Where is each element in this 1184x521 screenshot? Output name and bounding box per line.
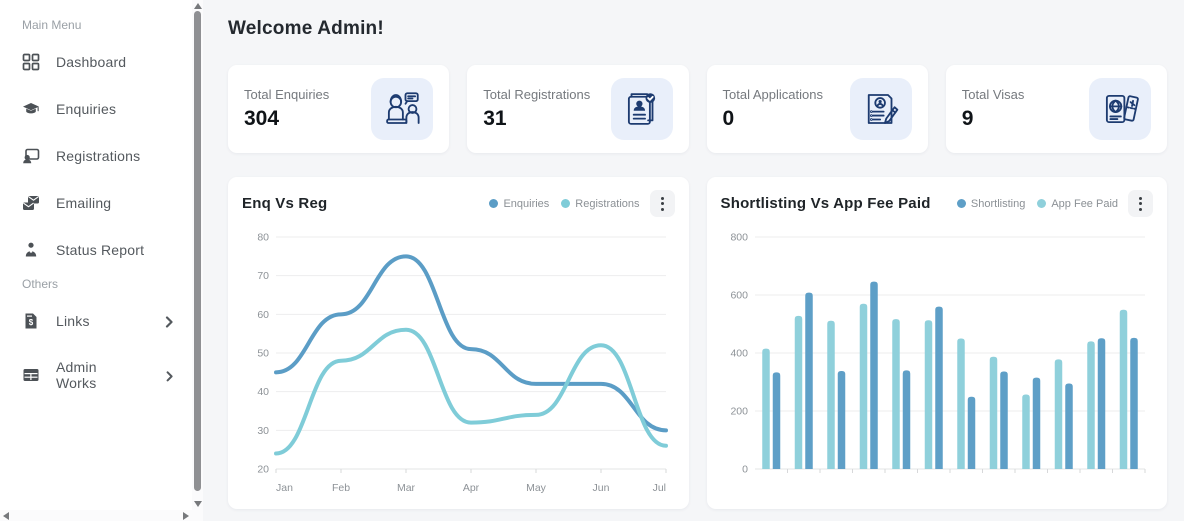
main-content: Welcome Admin! Total Enquiries 304 xyxy=(203,0,1184,521)
sidebar-item-label: Dashboard xyxy=(56,54,126,70)
consultation-icon xyxy=(371,78,433,140)
scroll-down-icon[interactable] xyxy=(194,501,202,507)
sidebar-item-label: Enquiries xyxy=(56,101,116,117)
svg-text:Feb: Feb xyxy=(332,482,350,494)
registration-doc-icon xyxy=(611,78,673,140)
stat-value: 31 xyxy=(483,107,590,131)
svg-text:50: 50 xyxy=(257,348,269,360)
line-chart-enq-vs-reg: 20 30 40 50 60 70 80 Jan Feb Mar Apr May Jun Jul xyxy=(242,221,672,505)
sidebar-item-emailing[interactable]: Emailing xyxy=(22,183,191,223)
chart-card-enq-vs-reg: Enq Vs Reg Enquiries Registrations xyxy=(228,177,689,509)
svg-text:Jul: Jul xyxy=(653,482,666,494)
scroll-up-icon[interactable] xyxy=(194,3,202,9)
sidebar-section-others: Others xyxy=(22,277,191,291)
graduation-cap-icon xyxy=(22,100,40,118)
svg-text:May: May xyxy=(526,482,547,494)
sidebar-item-label: Links xyxy=(56,313,90,329)
stat-card-total-applications: Total Applications 0 xyxy=(707,65,928,153)
scroll-right-icon[interactable] xyxy=(183,512,189,520)
sidebar-horizontal-scrollbar[interactable] xyxy=(0,510,203,521)
chart-menu-button[interactable] xyxy=(1128,190,1153,217)
sidebar-item-dashboard[interactable]: Dashboard xyxy=(22,42,191,82)
svg-text:80: 80 xyxy=(257,232,269,244)
svg-text:0: 0 xyxy=(742,464,748,476)
sidebar-item-label: Emailing xyxy=(56,195,111,211)
stat-label: Total Registrations xyxy=(483,87,590,102)
svg-text:$: $ xyxy=(29,318,34,327)
passport-ticket-icon xyxy=(1089,78,1151,140)
stat-card-total-registrations: Total Registrations 31 xyxy=(467,65,688,153)
chevron-right-icon xyxy=(163,315,175,327)
email-icon xyxy=(22,194,40,212)
legend-dot xyxy=(957,199,966,208)
svg-text:Mar: Mar xyxy=(397,482,416,494)
stat-label: Total Visas xyxy=(962,87,1025,102)
sidebar-item-enquiries[interactable]: Enquiries xyxy=(22,89,191,129)
stat-value: 9 xyxy=(962,107,1025,131)
legend-dot xyxy=(1037,199,1046,208)
svg-text:20: 20 xyxy=(257,464,269,476)
kebab-menu-icon xyxy=(661,197,664,200)
svg-text:200: 200 xyxy=(730,406,748,418)
chart-menu-button[interactable] xyxy=(650,190,675,217)
chevron-right-icon xyxy=(164,369,175,381)
page-title: Welcome Admin! xyxy=(228,18,1167,40)
chart-card-shortlisting-vs-app-fee: Shortlisting Vs App Fee Paid Shortlistin… xyxy=(707,177,1168,509)
svg-text:Jan: Jan xyxy=(276,482,293,494)
sidebar-item-status-report[interactable]: Status Report xyxy=(22,230,191,270)
table-icon xyxy=(22,366,40,384)
sidebar: Main Menu Dashboard Enquiries xyxy=(0,0,203,521)
app-window: Main Menu Dashboard Enquiries xyxy=(0,0,1184,521)
sidebar-item-label: Registrations xyxy=(56,148,140,164)
sidebar-vertical-scrollbar[interactable] xyxy=(192,0,203,510)
svg-text:Jun: Jun xyxy=(593,482,610,494)
stat-value: 0 xyxy=(723,107,823,131)
sidebar-item-admin-works[interactable]: Admin Works xyxy=(22,348,191,402)
legend-dot xyxy=(489,199,498,208)
sidebar-item-registrations[interactable]: Registrations xyxy=(22,136,191,176)
svg-text:800: 800 xyxy=(730,232,748,244)
dashboard-icon xyxy=(22,53,40,71)
stat-label: Total Enquiries xyxy=(244,87,329,102)
charts-row: Enq Vs Reg Enquiries Registrations xyxy=(228,177,1167,509)
chart-title: Shortlisting Vs App Fee Paid xyxy=(721,195,957,212)
stats-row: Total Enquiries 304 xyxy=(228,65,1167,153)
sidebar-item-label: Status Report xyxy=(56,242,144,258)
stat-card-total-visas: Total Visas 9 xyxy=(946,65,1167,153)
scroll-left-icon[interactable] xyxy=(3,512,9,520)
svg-text:70: 70 xyxy=(257,270,269,282)
legend-item-enquiries[interactable]: Enquiries xyxy=(489,198,549,210)
vertical-scrollbar-thumb[interactable] xyxy=(194,11,201,491)
bar-chart-shortlisting-vs-app-fee: 0 200 400 600 800 xyxy=(721,221,1151,505)
sidebar-section-main-menu: Main Menu xyxy=(22,18,191,32)
svg-text:30: 30 xyxy=(257,425,269,437)
person-monitor-icon xyxy=(22,147,40,165)
chart-legend: Shortlisting App Fee Paid xyxy=(957,198,1118,210)
svg-text:40: 40 xyxy=(257,386,269,398)
svg-text:Apr: Apr xyxy=(463,482,480,494)
sidebar-item-links[interactable]: $ Links xyxy=(22,301,191,341)
chart-title: Enq Vs Reg xyxy=(242,195,489,212)
person-report-icon xyxy=(22,241,40,259)
stat-label: Total Applications xyxy=(723,87,823,102)
chart-legend: Enquiries Registrations xyxy=(489,198,639,210)
legend-item-shortlisting[interactable]: Shortlisting xyxy=(957,198,1025,210)
stat-value: 304 xyxy=(244,107,329,131)
application-edit-icon xyxy=(850,78,912,140)
sidebar-item-label: Admin Works xyxy=(56,359,132,391)
svg-text:400: 400 xyxy=(730,348,748,360)
stat-card-total-enquiries: Total Enquiries 304 xyxy=(228,65,449,153)
svg-text:60: 60 xyxy=(257,309,269,321)
legend-item-registrations[interactable]: Registrations xyxy=(561,198,639,210)
svg-text:600: 600 xyxy=(730,290,748,302)
kebab-menu-icon xyxy=(1139,197,1142,200)
file-dollar-icon: $ xyxy=(22,312,40,330)
legend-item-app-fee-paid[interactable]: App Fee Paid xyxy=(1037,198,1118,210)
legend-dot xyxy=(561,199,570,208)
